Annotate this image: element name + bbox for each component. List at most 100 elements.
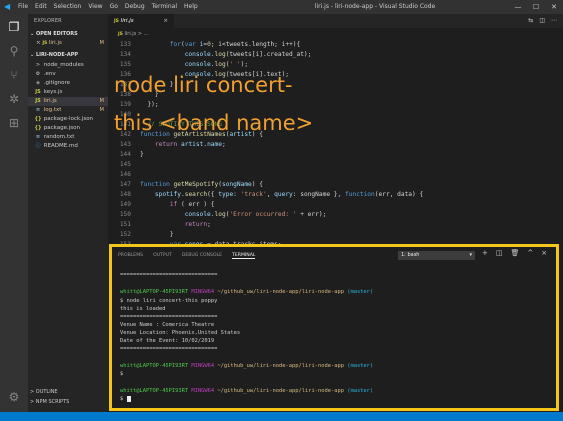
code-line: 152 } bbox=[108, 230, 563, 240]
menu-item-debug[interactable]: Debug bbox=[125, 0, 145, 14]
code-line: 148 spotify.search({ type: 'track', quer… bbox=[108, 190, 563, 200]
menu-item-edit[interactable]: Edit bbox=[35, 0, 47, 14]
project-section[interactable]: ⌄ LIRI-NODE-APP bbox=[30, 52, 78, 58]
line-number: 134 bbox=[119, 51, 131, 58]
code-line: 143 return artist.name; bbox=[108, 140, 563, 150]
code-editor[interactable]: 133 for(var i=0; i<tweets.length; i++){1… bbox=[108, 40, 563, 245]
prompt-path: ~/github_uw/liri-node-app/liri-node-app bbox=[217, 289, 344, 295]
code-token: // SPOTIFY THIS SONG bbox=[140, 121, 222, 128]
tab-liri-js[interactable]: JS liri.js × bbox=[108, 14, 174, 28]
outline-section[interactable]: > OUTLINE bbox=[30, 388, 58, 397]
line-number: 147 bbox=[119, 181, 131, 188]
modified-badge: M bbox=[99, 40, 104, 46]
open-changes-icon[interactable]: ⇆ bbox=[528, 14, 533, 28]
open-editors-section[interactable]: ⌄ OPEN EDITORS bbox=[30, 31, 78, 37]
code-token: query bbox=[274, 191, 293, 198]
file-type-icon: ≡ bbox=[35, 107, 41, 113]
code-line: 134 console.log(tweets[i].created_at); bbox=[108, 50, 563, 60]
search-icon[interactable]: ⚲ bbox=[7, 44, 21, 58]
file-name: random.txt bbox=[42, 134, 75, 140]
maximize-button[interactable]: ☐ bbox=[527, 0, 545, 14]
file-item-package-lock-json[interactable]: {} package-lock.json bbox=[28, 115, 108, 124]
code-line: 141 // SPOTIFY THIS SONG bbox=[108, 120, 563, 130]
debug-icon[interactable]: ✲ bbox=[7, 92, 21, 106]
file-name: .gitignore bbox=[42, 80, 71, 86]
line-number: 141 bbox=[119, 121, 131, 128]
open-editor-item-liri[interactable]: × JS liri.js M bbox=[28, 39, 108, 48]
activity-bar: ❐ ⚲ ⑂ ✲ ⊞ ⚙ bbox=[0, 14, 28, 412]
files-explorer-icon[interactable]: ❐ bbox=[7, 20, 21, 34]
split-editor-icon[interactable]: ◫ bbox=[539, 14, 545, 28]
separator-text: ============================== bbox=[120, 314, 218, 320]
settings-gear-icon[interactable]: ⚙ bbox=[7, 390, 21, 404]
split-terminal-icon[interactable]: ◫ bbox=[496, 249, 503, 257]
menu-item-terminal[interactable]: Terminal bbox=[152, 0, 177, 14]
source-control-icon[interactable]: ⑂ bbox=[7, 68, 21, 82]
output-line: Date of the Event: 10/02/2019 bbox=[120, 337, 214, 345]
line-number: 140 bbox=[119, 111, 131, 118]
code-line: 135 console.log(' '); bbox=[108, 60, 563, 70]
npm-scripts-section[interactable]: > NPM SCRIPTS bbox=[30, 398, 69, 407]
line-number: 148 bbox=[119, 191, 131, 198]
close-panel-icon[interactable]: × bbox=[541, 249, 547, 257]
code-token: ) { bbox=[251, 131, 263, 138]
code-token: ; i<tweets.length; i++){ bbox=[210, 41, 301, 48]
tab-output[interactable]: OUTPUT bbox=[153, 253, 172, 259]
prompt-branch: (master) bbox=[347, 289, 374, 295]
output-line: this is loaded bbox=[120, 305, 165, 313]
vscode-window: ◀ File Edit Selection View Go Debug Terminal He… bbox=[0, 0, 563, 421]
line-number: 149 bbox=[119, 201, 131, 208]
prompt-user: whitt@LAPTOP-45PI93RT bbox=[120, 388, 189, 394]
tab-debug-console[interactable]: DEBUG CONSOLE bbox=[182, 253, 222, 259]
window-title: liri.js - liri-node-app - Visual Studio … bbox=[314, 3, 436, 10]
file-item-readme-md[interactable]: ⓘ README.md bbox=[28, 142, 108, 151]
line-number: 145 bbox=[119, 161, 131, 168]
file-item-random-txt[interactable]: ≡ random.txt bbox=[28, 133, 108, 142]
code-token: search bbox=[184, 191, 208, 198]
terminal-output[interactable]: ============================== whitt@LAPT… bbox=[120, 269, 555, 409]
maximize-panel-icon[interactable]: ^ bbox=[527, 249, 533, 257]
file-item-node-modules[interactable]: > node_modules bbox=[28, 61, 108, 70]
file-item-liri-js[interactable]: JS liri.js M bbox=[28, 97, 108, 106]
code-token: } bbox=[140, 231, 174, 238]
close-tab-icon[interactable]: × bbox=[163, 14, 168, 28]
menu-item-view[interactable]: View bbox=[88, 0, 102, 14]
file-item-keys-js[interactable]: JS keys.js bbox=[28, 88, 108, 97]
file-type-icon: {} bbox=[34, 116, 42, 122]
code-token: function bbox=[344, 191, 375, 198]
terminal-prompt: whitt@LAPTOP-45PI93RT MINGW64 ~/github_u… bbox=[120, 362, 373, 370]
new-terminal-icon[interactable]: + bbox=[482, 249, 488, 257]
terminal-select[interactable]: 1: bash ▾ bbox=[398, 251, 475, 260]
file-item-package-json[interactable]: {} package.json bbox=[28, 124, 108, 133]
separator-line: ============================== bbox=[120, 313, 217, 321]
menu-item-selection[interactable]: Selection bbox=[54, 0, 82, 14]
code-line: 137 } bbox=[108, 80, 563, 90]
file-item-log-txt[interactable]: ≡ log.txt M bbox=[28, 106, 108, 115]
line-number: 143 bbox=[119, 141, 131, 148]
js-file-icon: JS bbox=[114, 19, 119, 24]
minimize-button[interactable]: — bbox=[509, 0, 527, 14]
file-item--env[interactable]: ⚙ .env bbox=[28, 70, 108, 79]
terminal-select-value: 1: bash bbox=[401, 252, 420, 258]
close-window-button[interactable]: ✕ bbox=[545, 0, 563, 14]
trash-icon[interactable]: 🗑 bbox=[511, 249, 520, 257]
venue-name-text: Venue Name : Comerica Theatre bbox=[120, 322, 215, 328]
extensions-icon[interactable]: ⊞ bbox=[7, 116, 21, 130]
tab-terminal[interactable]: TERMINAL bbox=[232, 253, 256, 259]
file-name: .env bbox=[42, 71, 56, 77]
menu-item-help[interactable]: Help bbox=[184, 0, 198, 14]
modified-badge: M bbox=[99, 107, 104, 113]
menu-item-go[interactable]: Go bbox=[110, 0, 118, 14]
breadcrumb[interactable]: JS liri.js > ... bbox=[108, 28, 563, 40]
code-token: ) { bbox=[251, 181, 263, 188]
file-name: README.md bbox=[42, 143, 78, 149]
code-line: 139 }); bbox=[108, 100, 563, 110]
code-token: console bbox=[184, 211, 211, 218]
prompt-env: MINGW64 bbox=[191, 388, 215, 394]
tab-problems[interactable]: PROBLEMS bbox=[118, 253, 143, 259]
file-item--gitignore[interactable]: ◆ .gitignore bbox=[28, 79, 108, 88]
menu-item-file[interactable]: File bbox=[18, 0, 28, 14]
more-actions-icon[interactable]: ⋯ bbox=[551, 14, 557, 28]
line-number: 146 bbox=[119, 171, 131, 178]
